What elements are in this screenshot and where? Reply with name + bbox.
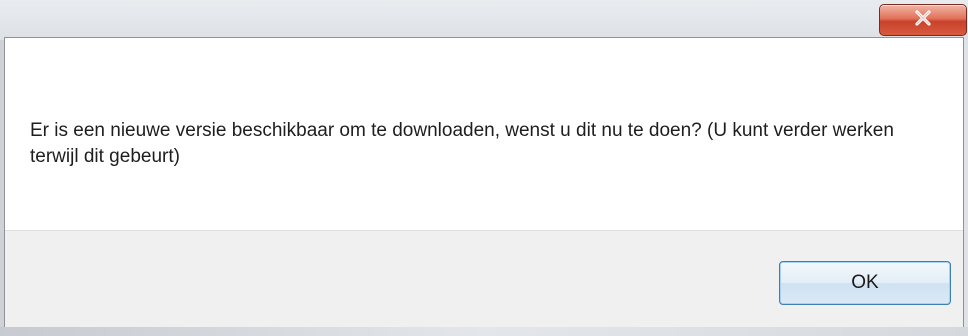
close-icon <box>914 10 932 30</box>
dialog-footer: OK <box>5 230 963 327</box>
message-dialog: Er is een nieuwe versie beschikbaar om t… <box>4 37 964 327</box>
dialog-content: Er is een nieuwe versie beschikbaar om t… <box>5 38 963 230</box>
window-bottom-edge <box>0 327 968 336</box>
dialog-title-bar[interactable] <box>0 0 968 40</box>
close-button[interactable] <box>879 4 967 36</box>
ok-button[interactable]: OK <box>779 261 951 305</box>
dialog-message: Er is een nieuwe versie beschikbaar om t… <box>30 120 894 167</box>
